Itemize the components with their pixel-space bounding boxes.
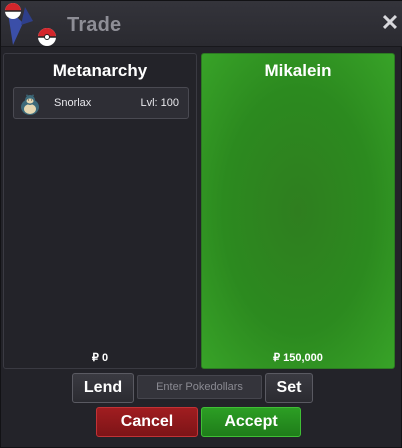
my-offer-panel: Metanarchy Snorlax Lvl: 100 ₽ 0 (3, 53, 197, 369)
pokemon-name: Snorlax (54, 97, 92, 109)
my-money-offer: ₽ 0 (91, 352, 109, 364)
pokemon-level: Lvl: 100 (140, 97, 179, 109)
accept-button[interactable]: Accept (201, 407, 301, 437)
trade-window: Trade ✕ Metanarchy Snorlax Lvl: 100 ₽ 0 … (0, 0, 402, 448)
offered-pokemon-item[interactable]: Snorlax Lvl: 100 (13, 87, 189, 119)
pokeball-logo-icon (5, 3, 56, 46)
pokedollars-input[interactable] (137, 375, 262, 399)
snorlax-sprite-icon (21, 94, 39, 115)
window-title: Trade (67, 14, 122, 36)
partner-offer-panel: Mikalein ₽ 150,000 (201, 53, 395, 369)
partner-player-name: Mikalein (264, 61, 332, 80)
set-money-button[interactable]: Set (265, 373, 313, 403)
my-player-name: Metanarchy (52, 61, 148, 80)
title-bar[interactable]: Trade ✕ (1, 1, 402, 47)
partner-money-offer: ₽ 150,000 (273, 352, 323, 364)
cancel-button[interactable]: Cancel (96, 407, 198, 437)
lend-button[interactable]: Lend (72, 373, 134, 403)
close-icon[interactable]: ✕ (380, 12, 400, 34)
